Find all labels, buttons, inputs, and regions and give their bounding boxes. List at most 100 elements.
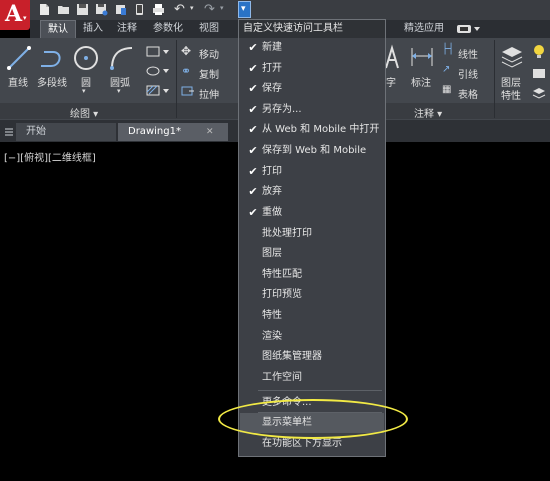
layer-state-icon[interactable] — [531, 66, 547, 80]
table-label[interactable]: 表格 — [458, 86, 478, 101]
menu-item-redo[interactable]: ✔ 重做 — [246, 203, 382, 223]
menu-item-new[interactable]: ✔ 新建 — [246, 38, 382, 58]
leader-label[interactable]: 引线 — [458, 66, 478, 81]
layers-icon[interactable] — [500, 44, 524, 70]
check-icon: ✔ — [248, 103, 258, 116]
menu-divider — [258, 390, 382, 391]
menu-item-label: 新建 — [262, 42, 282, 53]
circle-icon[interactable] — [72, 44, 100, 72]
menu-item-properties[interactable]: 特性 — [246, 306, 382, 326]
tab-annotate[interactable]: 注释 — [112, 20, 142, 38]
menu-item-label: 图纸集管理器 — [262, 351, 322, 362]
ellipse-icon[interactable] — [145, 64, 169, 78]
print-icon[interactable] — [152, 3, 165, 16]
polyline-icon[interactable] — [38, 44, 68, 72]
open-icon[interactable] — [57, 3, 70, 16]
move-tool-label[interactable]: 移动 — [199, 46, 219, 61]
layer-properties-label-line2[interactable]: 特性 — [501, 87, 521, 102]
table-icon[interactable]: ▦ — [442, 84, 451, 95]
layer-tools-icon[interactable] — [531, 86, 547, 100]
menu-icon[interactable] — [4, 126, 14, 138]
redo-icon[interactable]: ↷ — [204, 2, 215, 17]
tab-parametric[interactable]: 参数化 — [148, 20, 188, 38]
redo-dropdown-icon[interactable]: ▾ — [220, 4, 224, 12]
check-icon: ✔ — [248, 206, 258, 219]
open-web-mobile-icon[interactable] — [114, 3, 127, 16]
menu-item-open[interactable]: ✔ 打开 — [246, 59, 382, 79]
ribbon-separator — [494, 40, 495, 118]
text-tool-label[interactable]: 字 — [386, 74, 396, 89]
linear-dimension-icon[interactable]: ├┤ — [442, 44, 454, 55]
check-icon: ✔ — [248, 41, 258, 54]
menu-item-save[interactable]: ✔ 保存 — [246, 79, 382, 99]
dimension-tool-label[interactable]: 标注 — [411, 74, 431, 89]
tab-default[interactable]: 默认 — [40, 20, 76, 38]
menu-item-plot-preview[interactable]: 打印预览 — [246, 285, 382, 305]
save-as-icon[interactable] — [95, 3, 108, 16]
menu-item-open-web-mobile[interactable]: ✔ 从 Web 和 Mobile 中打开 — [246, 120, 382, 140]
menu-item-render[interactable]: 渲染 — [246, 327, 382, 347]
menu-item-label: 特性 — [262, 310, 282, 321]
highlight-ellipse — [218, 399, 408, 439]
undo-dropdown-icon[interactable]: ▾ — [190, 4, 194, 12]
tab-view[interactable]: 视图 — [194, 20, 224, 38]
menu-item-undo[interactable]: ✔ 放弃 — [246, 182, 382, 202]
menu-item-save-as[interactable]: ✔ 另存为... — [246, 100, 382, 120]
doc-tab-drawing1[interactable]: Drawing1* ✕ — [118, 123, 228, 141]
menu-item-label: 图层 — [262, 248, 282, 259]
undo-icon[interactable]: ↶ — [174, 2, 185, 17]
line-icon[interactable] — [5, 44, 33, 72]
check-icon: ✔ — [248, 165, 258, 178]
copy-icon[interactable]: ⚭ — [181, 64, 191, 78]
menu-item-match-properties[interactable]: 特性匹配 — [246, 265, 382, 285]
polyline-tool-label[interactable]: 多段线 — [37, 74, 67, 89]
menu-item-label: 批处理打印 — [262, 228, 312, 239]
arc-dropdown-icon[interactable]: ▾ — [117, 87, 121, 95]
tab-options-icon[interactable] — [456, 23, 480, 35]
close-icon[interactable]: ✕ — [206, 123, 214, 141]
app-menu-caret: ▾ — [23, 14, 27, 22]
check-icon: ✔ — [248, 123, 258, 136]
doc-tab-start[interactable]: 开始 — [16, 123, 116, 141]
stretch-icon[interactable] — [181, 85, 195, 97]
menu-item-label: 打印 — [262, 166, 282, 177]
tab-featured-apps[interactable]: 精选应用 — [398, 20, 450, 38]
menu-item-workspace[interactable]: 工作空间 — [246, 368, 382, 388]
menu-item-sheet-set-manager[interactable]: 图纸集管理器 — [246, 347, 382, 367]
hatch-icon[interactable] — [145, 84, 169, 98]
stretch-tool-label[interactable]: 拉伸 — [199, 86, 219, 101]
draw-panel-title[interactable]: 绘图 ▾ — [70, 105, 98, 120]
menu-item-save-web-mobile[interactable]: ✔ 保存到 Web 和 Mobile — [246, 141, 382, 161]
save-web-mobile-icon[interactable] — [133, 3, 146, 16]
menu-title: 自定义快速访问工具栏 — [239, 20, 385, 38]
check-icon: ✔ — [248, 185, 258, 198]
leader-icon[interactable]: ↗ — [442, 64, 450, 75]
menu-item-label: 放弃 — [262, 186, 282, 197]
check-icon: ✔ — [248, 82, 258, 95]
line-tool-label[interactable]: 直线 — [8, 74, 28, 89]
menu-item-batch-plot[interactable]: 批处理打印 — [246, 224, 382, 244]
menu-item-label: 特性匹配 — [262, 269, 302, 280]
arc-icon[interactable] — [108, 44, 136, 72]
application-menu-button[interactable]: A ▾ — [0, 0, 30, 30]
menu-item-label: 打印预览 — [262, 289, 302, 300]
menu-item-layer[interactable]: 图层 — [246, 244, 382, 264]
annotation-panel-title[interactable]: 注释 ▾ — [414, 105, 442, 120]
move-icon[interactable]: ✥ — [181, 44, 191, 58]
customize-qat-button[interactable]: ▾ — [238, 1, 251, 18]
lightbulb-icon[interactable] — [531, 44, 547, 60]
tab-insert[interactable]: 插入 — [78, 20, 108, 38]
menu-item-print[interactable]: ✔ 打印 — [246, 162, 382, 182]
menu-item-label: 打开 — [262, 63, 282, 74]
circle-dropdown-icon[interactable]: ▾ — [82, 87, 86, 95]
rectangle-icon[interactable] — [145, 45, 169, 59]
doc-tab-drawing1-label: Drawing1* — [128, 126, 181, 137]
viewport-controls-label[interactable]: [−][俯视][二维线框] — [4, 149, 96, 164]
new-icon[interactable] — [38, 3, 51, 16]
text-icon[interactable] — [384, 44, 400, 72]
check-icon: ✔ — [248, 144, 258, 157]
copy-tool-label[interactable]: 复制 — [199, 66, 219, 81]
dimension-icon[interactable] — [410, 44, 434, 70]
save-icon[interactable] — [76, 3, 89, 16]
linear-dimension-label[interactable]: 线性 — [458, 46, 478, 61]
